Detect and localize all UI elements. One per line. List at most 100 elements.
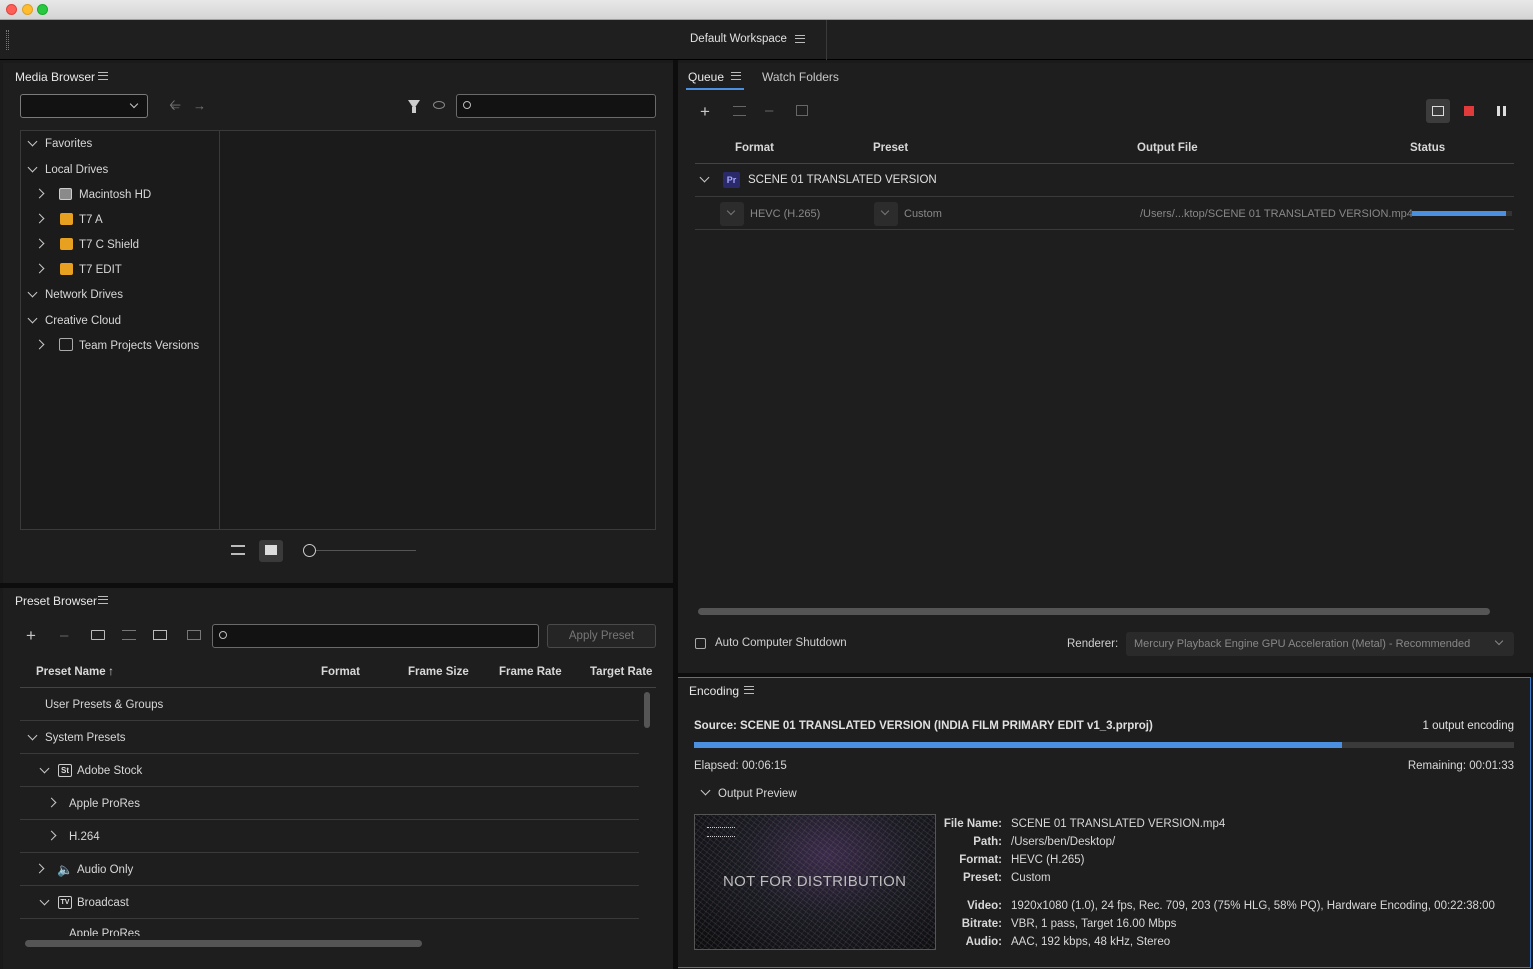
broadcast-icon: TV: [58, 896, 72, 909]
apply-preset-button[interactable]: Apply Preset: [547, 624, 656, 648]
chevron-down-icon[interactable]: [27, 730, 38, 741]
column-target-rate[interactable]: Target Rate: [590, 666, 652, 678]
preset-row-apple-prores-broadcast[interactable]: Apple ProRes: [69, 928, 140, 936]
duplicate-icon[interactable]: [796, 105, 808, 116]
zoom-slider-handle[interactable]: [303, 544, 316, 557]
preset-browser-menu-icon[interactable]: [98, 596, 108, 604]
tree-item-network-drives[interactable]: Network Drives: [45, 289, 123, 301]
tree-item-t7-c-shield[interactable]: T7 C Shield: [79, 239, 139, 251]
horizontal-scrollbar[interactable]: [25, 940, 422, 947]
chevron-down-icon[interactable]: [39, 763, 50, 774]
panel-splitter[interactable]: [0, 583, 675, 588]
preset-row-system-presets[interactable]: System Presets: [45, 732, 126, 744]
queue-menu-icon[interactable]: [731, 72, 741, 80]
preset-settings-icon[interactable]: [122, 630, 136, 640]
panel-splitter[interactable]: [678, 673, 1533, 677]
encoding-menu-icon[interactable]: [744, 686, 754, 694]
minimize-window-button[interactable]: [22, 4, 33, 15]
tree-item-macintosh-hd[interactable]: Macintosh HD: [79, 189, 151, 201]
add-source-icon[interactable]: +: [700, 103, 710, 120]
zoom-window-button[interactable]: [37, 4, 48, 15]
chevron-right-icon[interactable]: [34, 863, 45, 874]
audio-value: AAC, 192 kbps, 48 kHz, Stereo: [1011, 936, 1171, 948]
chevron-right-icon[interactable]: [46, 830, 57, 841]
preset-row-user-presets[interactable]: User Presets & Groups: [45, 699, 163, 711]
list-view-icon[interactable]: [231, 545, 245, 555]
tab-queue[interactable]: Queue: [688, 70, 724, 84]
close-window-button[interactable]: [6, 4, 17, 15]
column-output-file[interactable]: Output File: [1137, 142, 1198, 154]
chevron-down-icon[interactable]: [699, 172, 710, 183]
vertical-scrollbar[interactable]: [644, 692, 650, 728]
video-label: Video:: [967, 900, 1002, 912]
output-preview-toggle[interactable]: Output Preview: [718, 788, 797, 800]
horizontal-scrollbar[interactable]: [698, 608, 1490, 615]
adobe-stock-icon: St: [58, 764, 72, 777]
tree-item-favorites[interactable]: Favorites: [45, 138, 92, 150]
bitrate-label: Bitrate:: [961, 918, 1002, 930]
remove-icon[interactable]: –: [765, 103, 773, 118]
remove-preset-icon[interactable]: –: [60, 628, 68, 643]
back-arrow-icon[interactable]: ←: [169, 98, 182, 113]
queue-item-name[interactable]: SCENE 01 TRANSLATED VERSION: [748, 174, 937, 186]
tree-item-t7-edit[interactable]: T7 EDIT: [79, 264, 122, 276]
sort-ascending-icon[interactable]: ↑: [108, 664, 114, 678]
tab-watch-folders[interactable]: Watch Folders: [762, 70, 839, 84]
settings-icon[interactable]: [733, 106, 746, 116]
preset-row-broadcast[interactable]: Broadcast: [77, 897, 129, 909]
thumbnail-view-button[interactable]: [259, 540, 283, 562]
tree-item-local-drives[interactable]: Local Drives: [45, 164, 108, 176]
new-preset-icon[interactable]: +: [26, 627, 36, 644]
media-search-input[interactable]: [456, 94, 656, 118]
tree-item-creative-cloud[interactable]: Creative Cloud: [45, 315, 121, 327]
window-title-bar: [0, 0, 1533, 20]
workspace-menu-icon[interactable]: [795, 35, 805, 43]
stop-queue-button[interactable]: [1464, 106, 1474, 116]
preset-dropdown-button[interactable]: [874, 202, 898, 226]
format-dropdown-button[interactable]: [720, 202, 744, 226]
preset-row-audio-only[interactable]: Audio Only: [77, 864, 133, 876]
output-count: 1 output encoding: [1422, 720, 1514, 732]
column-format[interactable]: Format: [321, 666, 360, 678]
auto-shutdown-checkbox[interactable]: [695, 638, 706, 649]
tree-item-team-projects-versions[interactable]: Team Projects Versions: [79, 340, 199, 352]
divider: [695, 229, 1514, 230]
eye-icon[interactable]: [433, 101, 445, 109]
path-value: /Users/ben/Desktop/: [1011, 836, 1116, 848]
column-preset-name[interactable]: Preset Name: [36, 666, 106, 678]
queue-item-output-file[interactable]: /Users/...ktop/SCENE 01 TRANSLATED VERSI…: [1140, 208, 1413, 220]
export-preset-icon[interactable]: [187, 630, 201, 640]
tree-item-t7-a[interactable]: T7 A: [79, 214, 103, 226]
media-browser-menu-icon[interactable]: [98, 72, 108, 80]
chevron-down-icon[interactable]: [700, 785, 711, 796]
panel-splitter[interactable]: [673, 60, 678, 969]
encoding-progress-fill: [694, 742, 1342, 748]
new-group-icon[interactable]: [91, 630, 105, 640]
column-frame-size[interactable]: Frame Size: [408, 666, 469, 678]
preset-row-adobe-stock[interactable]: Adobe Stock: [77, 765, 142, 777]
format-label: Format:: [959, 854, 1002, 866]
location-dropdown[interactable]: [20, 94, 148, 118]
renderer-select[interactable]: Mercury Playback Engine GPU Acceleration…: [1126, 632, 1514, 656]
zoom-slider-track[interactable]: [316, 550, 416, 551]
import-preset-icon[interactable]: [153, 630, 167, 640]
pause-icon[interactable]: [1497, 106, 1500, 116]
grip-icon[interactable]: [6, 30, 9, 50]
chevron-right-icon[interactable]: [46, 797, 57, 808]
column-frame-rate[interactable]: Frame Rate: [499, 666, 562, 678]
thumbnail-view-icon: [265, 545, 277, 555]
queue-item-preset[interactable]: Custom: [904, 208, 942, 220]
workspace-title[interactable]: Default Workspace: [690, 33, 787, 45]
queue-item-format[interactable]: HEVC (H.265): [750, 208, 820, 220]
divider: [695, 196, 1514, 197]
preset-row-apple-prores[interactable]: Apple ProRes: [69, 798, 140, 810]
folder-icon: [1432, 106, 1444, 116]
chevron-down-icon[interactable]: [39, 895, 50, 906]
forward-arrow-icon[interactable]: →: [193, 98, 206, 113]
auto-encode-watch-folders-button[interactable]: [1426, 99, 1450, 123]
column-preset[interactable]: Preset: [873, 142, 908, 154]
column-format[interactable]: Format: [735, 142, 774, 154]
preset-search-input[interactable]: [212, 624, 539, 648]
column-status[interactable]: Status: [1410, 142, 1445, 154]
preset-row-h264[interactable]: H.264: [69, 831, 100, 843]
